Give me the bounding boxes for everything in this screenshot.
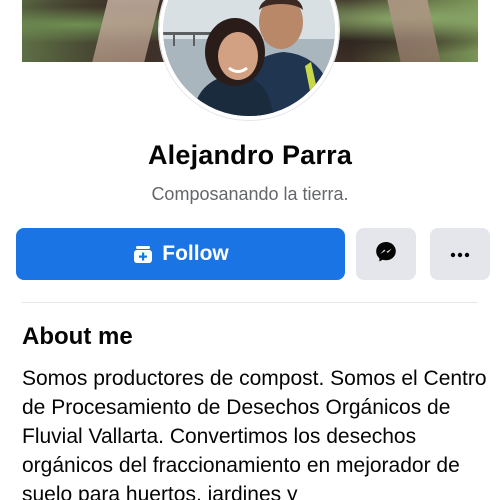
profile-bio: Composanando la tierra. (151, 184, 349, 204)
profile-page: Alejandro Parra Composanando la tierra. … (0, 0, 500, 500)
section-divider (22, 302, 478, 303)
cover-pot-left (92, 0, 160, 62)
about-heading: About me (22, 323, 133, 350)
messenger-icon (374, 240, 398, 269)
cover-pot-right (387, 0, 441, 62)
follow-label: Follow (162, 242, 229, 265)
add-friend-icon (132, 243, 154, 265)
about-description: Somos productores de compost. Somos el C… (22, 367, 487, 500)
profile-avatar[interactable] (159, 0, 339, 120)
more-button[interactable] (430, 228, 490, 280)
avatar-photo (163, 0, 335, 116)
messenger-button[interactable] (356, 228, 416, 280)
profile-name: Alejandro Parra (147, 140, 353, 170)
follow-button[interactable]: Follow (16, 228, 345, 280)
more-dots-icon (450, 245, 470, 263)
